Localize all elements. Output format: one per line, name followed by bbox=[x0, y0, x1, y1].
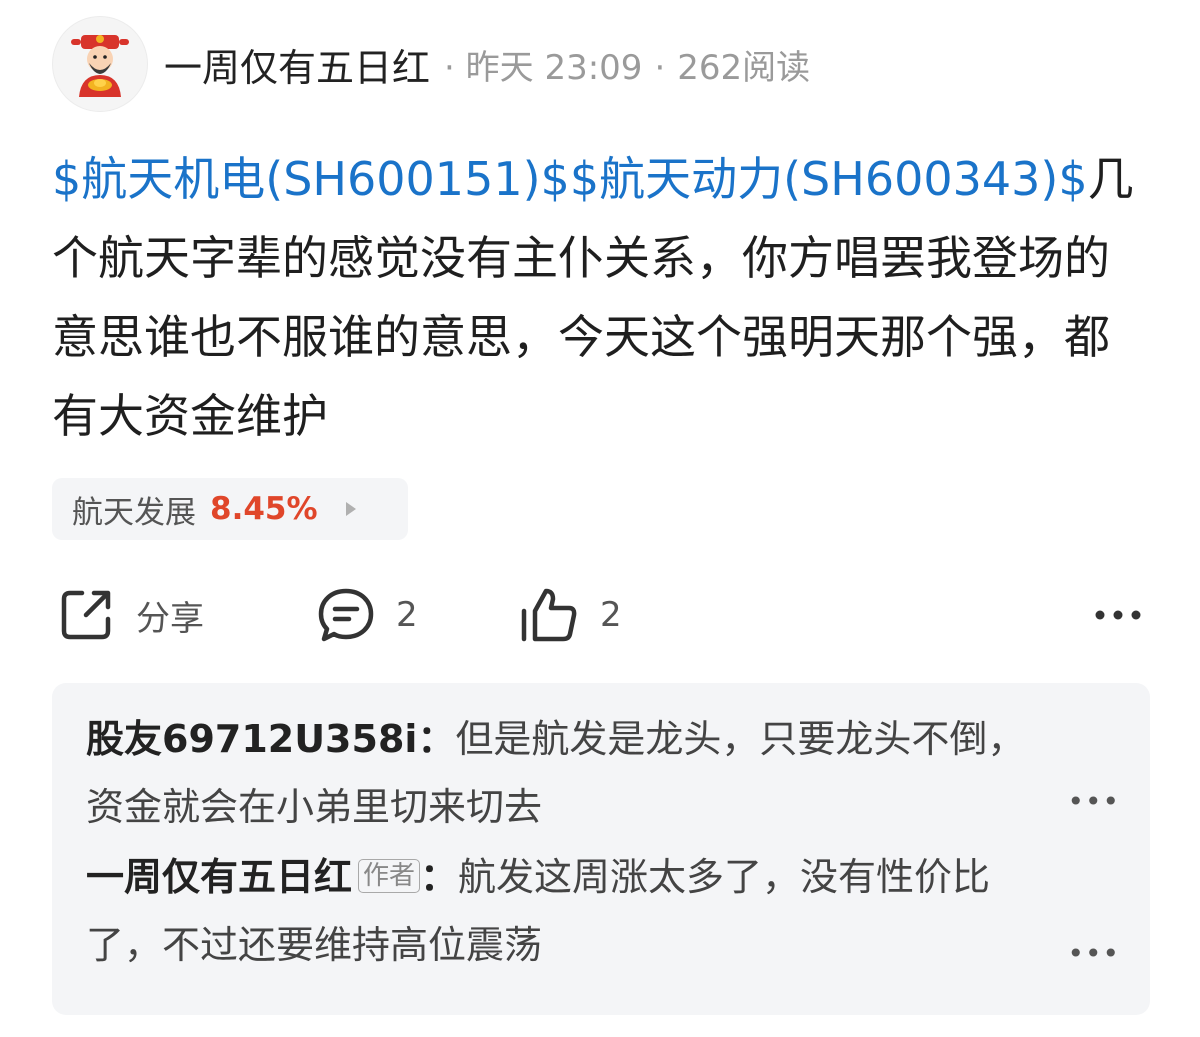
more-horizontal-icon bbox=[1095, 610, 1141, 620]
post-header: 一周仅有五日红 · 昨天 23:09 · 262阅读 bbox=[52, 16, 810, 112]
action-bar: 分享 2 2 bbox=[52, 580, 1148, 650]
comment-item[interactable]: 股友69712U358i：但是航发是龙头，只要龙头不倒，资金就会在小弟里切来切去 bbox=[86, 705, 1056, 841]
like-count: 2 bbox=[600, 595, 622, 635]
comment-more-icon[interactable]: ••• bbox=[1067, 785, 1120, 818]
share-icon bbox=[61, 590, 111, 640]
stock-link-aerospace-electromechanical[interactable]: $航天机电(SH600151)$ bbox=[52, 152, 570, 206]
thumbs-up-icon bbox=[521, 588, 577, 642]
post-card: 一周仅有五日红 · 昨天 23:09 · 262阅读 $航天机电(SH600151)… bbox=[0, 0, 1200, 1037]
post-time: 昨天 23:09 bbox=[465, 47, 643, 88]
comment-author[interactable]: 一周仅有五日红 bbox=[86, 855, 352, 899]
author-badge: 作者 bbox=[358, 859, 421, 893]
comments-preview: 股友69712U358i：但是航发是龙头，只要龙头不倒，资金就会在小弟里切来切去… bbox=[52, 683, 1150, 1015]
comment-count: 2 bbox=[396, 595, 418, 635]
stock-link-aerospace-power[interactable]: $航天动力(SH600343)$ bbox=[570, 152, 1088, 206]
like-button[interactable]: 2 bbox=[518, 580, 622, 650]
post-meta: · 昨天 23:09 · 262阅读 bbox=[444, 47, 811, 88]
related-stock-chip[interactable]: 航天发展 8.45% bbox=[52, 478, 408, 540]
comment-separator: ： bbox=[420, 855, 459, 899]
more-options-button[interactable] bbox=[1094, 580, 1142, 650]
share-button[interactable]: 分享 bbox=[56, 580, 204, 650]
avatar[interactable] bbox=[52, 16, 148, 112]
comment-more-icon[interactable]: ••• bbox=[1067, 937, 1120, 970]
comment-separator: ： bbox=[417, 717, 456, 761]
comment-author[interactable]: 股友69712U358i bbox=[86, 717, 417, 761]
related-stock-change: 8.45% bbox=[210, 491, 318, 527]
caishen-avatar-icon bbox=[71, 35, 129, 97]
author-name[interactable]: 一周仅有五日红 bbox=[164, 37, 430, 92]
related-stock-name: 航天发展 bbox=[72, 494, 196, 531]
comment-item[interactable]: 一周仅有五日红 作者 ：航发这周涨太多了，没有性价比了，不过还要维持高位震荡 bbox=[86, 843, 1056, 979]
post-content: $航天机电(SH600151)$$航天动力(SH600343)$几个航天字辈的感… bbox=[52, 140, 1148, 456]
chevron-right-icon bbox=[345, 502, 356, 516]
meta-separator: · bbox=[654, 47, 666, 88]
share-label: 分享 bbox=[136, 598, 204, 639]
comment-button[interactable]: 2 bbox=[316, 580, 418, 650]
comment-icon bbox=[318, 588, 374, 642]
read-count: 262阅读 bbox=[677, 47, 811, 88]
